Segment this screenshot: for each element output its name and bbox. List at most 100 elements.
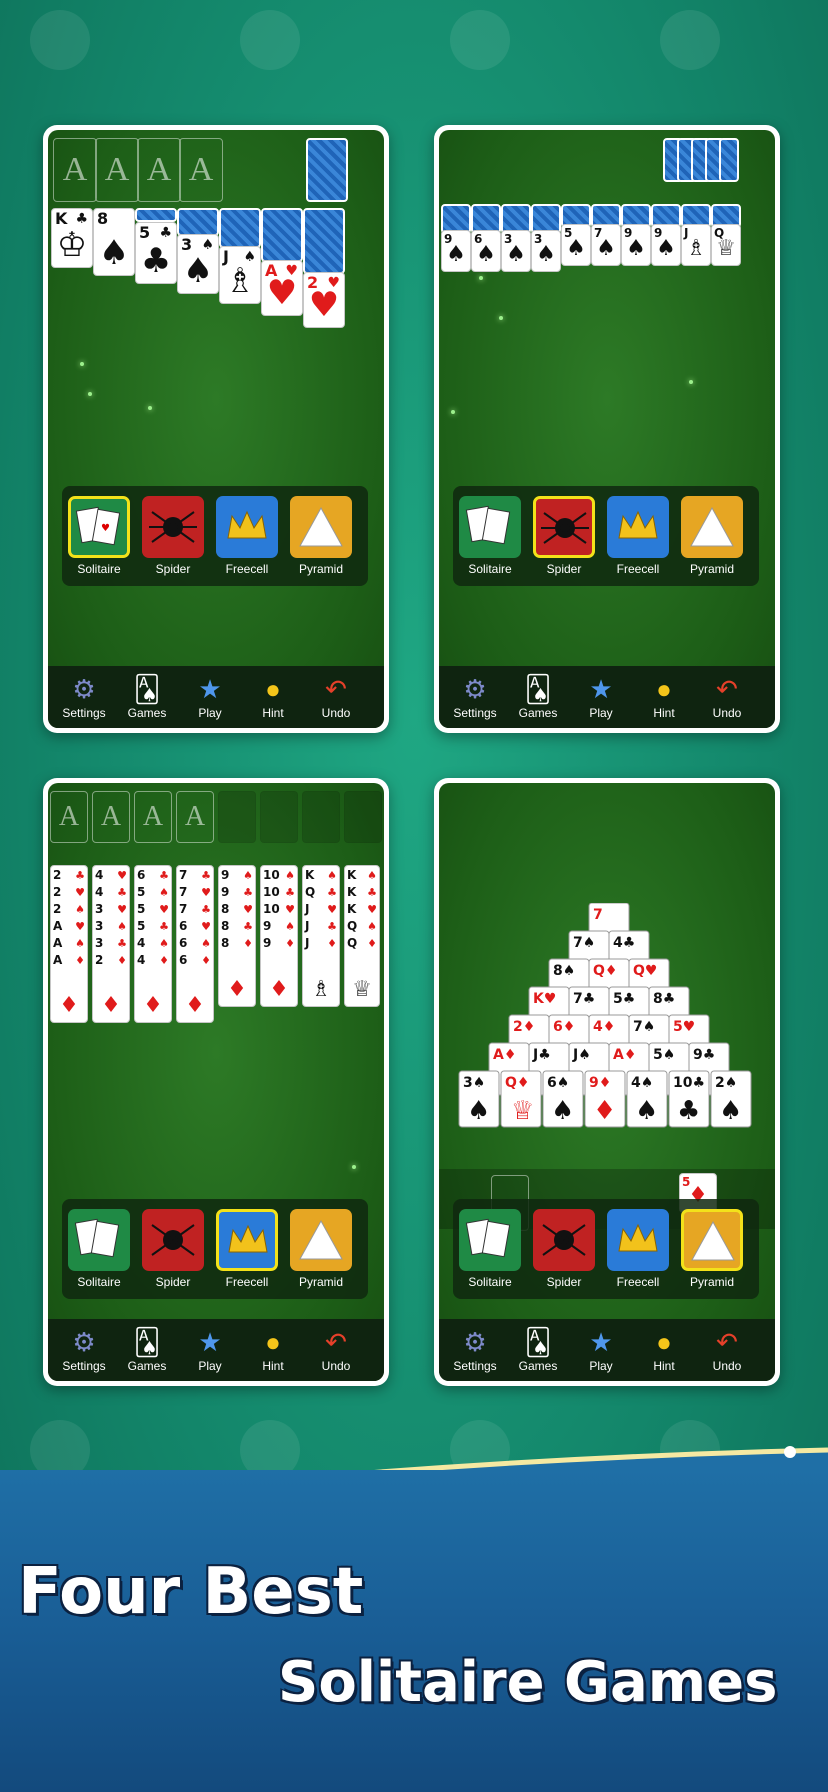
foundation-slot[interactable]: A xyxy=(95,138,139,202)
tableau-card[interactable]: 9 ♠ xyxy=(441,230,471,272)
star-plus-icon: ★ xyxy=(589,1327,613,1357)
pyramid-game-icon[interactable] xyxy=(290,496,352,558)
foundation-slot[interactable]: A xyxy=(50,791,88,843)
tableau-card[interactable]: K ♣ ♔ xyxy=(51,208,93,268)
svg-text:♦: ♦ xyxy=(593,1096,616,1126)
undo-arrow-icon: ↶ xyxy=(325,1327,347,1357)
tableau-column[interactable]: 4 4 3 3 3 2 ♥ ♣ ♥ ♠ ♣ ♦ ♦ xyxy=(92,865,130,1023)
hint-button[interactable]: ● Hint xyxy=(242,1325,304,1373)
games-button[interactable]: 🂡 Games xyxy=(507,1325,569,1373)
solitaire-game-icon[interactable] xyxy=(459,1209,521,1271)
settings-button[interactable]: ⚙ Settings xyxy=(53,1325,115,1373)
hint-button[interactable]: ● Hint xyxy=(242,672,304,720)
solitaire-game-icon[interactable] xyxy=(459,496,521,558)
tableau-card[interactable]: Q ♕ xyxy=(711,224,741,266)
free-cell[interactable] xyxy=(260,791,298,843)
tableau-card[interactable]: A ♥ ♥ xyxy=(261,260,303,316)
tableau-card[interactable]: 6 ♠ xyxy=(471,230,501,272)
pyramid-game-icon[interactable] xyxy=(290,1209,352,1271)
games-button[interactable]: 🂡 Games xyxy=(116,1325,178,1373)
freecell-game-icon[interactable] xyxy=(216,496,278,558)
foundation-slot[interactable]: A xyxy=(134,791,172,843)
game-label: Freecell xyxy=(225,1275,269,1289)
svg-text:A♦: A♦ xyxy=(493,1047,516,1063)
cards-icon: 🂡 xyxy=(133,674,161,704)
foundation-slot[interactable]: A xyxy=(137,138,181,202)
svg-text:2♦: 2♦ xyxy=(513,1019,535,1035)
tableau-card[interactable]: 3 ♠ xyxy=(531,230,561,272)
tableau-column[interactable]: 10 10 10 9 9 ♠ ♣ ♥ ♠ ♦ ♦ xyxy=(260,865,298,1007)
free-cell[interactable] xyxy=(302,791,340,843)
screenshot-solitaire: A A A A K ♣ ♔ 8 ♠ 5 ♣ ♣ 3 ♠ ♠ J ♠ ♗ A ♥ ♥ 2 ♥ ♥ ♥ xyxy=(43,125,389,733)
play-button[interactable]: ★ Play xyxy=(570,672,632,720)
svg-text:♣: ♣ xyxy=(677,1096,700,1126)
svg-text:J♠: J♠ xyxy=(572,1047,591,1063)
svg-text:5♥: 5♥ xyxy=(673,1019,695,1035)
hint-button[interactable]: ● Hint xyxy=(633,672,695,720)
undo-arrow-icon: ↶ xyxy=(716,1327,738,1357)
tableau-card[interactable]: 7 ♠ xyxy=(591,224,621,266)
svg-text:6♦: 6♦ xyxy=(553,1019,575,1035)
solitaire-game-icon[interactable]: ♥ xyxy=(68,496,130,558)
tableau-card[interactable]: 5 ♠ xyxy=(561,224,591,266)
gear-icon: ⚙ xyxy=(72,1327,96,1357)
tableau-card[interactable]: 2 ♥ ♥ xyxy=(303,272,345,328)
stock-pile[interactable] xyxy=(306,138,348,202)
free-cell[interactable] xyxy=(344,791,382,843)
stock-pile[interactable] xyxy=(719,138,739,182)
tableau-column[interactable]: 7 7 7 6 6 6 ♣ ♥ ♣ ♥ ♠ ♦ ♦ xyxy=(176,865,214,1023)
tableau-card[interactable]: J ♗ xyxy=(681,224,711,266)
games-button[interactable]: 🂡 Games xyxy=(116,672,178,720)
tableau-column[interactable]: 6 5 5 5 4 4 ♣ ♠ ♥ ♣ ♠ ♦ ♦ xyxy=(134,865,172,1023)
settings-button[interactable]: ⚙ Settings xyxy=(53,672,115,720)
undo-button[interactable]: ↶ Undo xyxy=(305,672,367,720)
games-button[interactable]: 🂡 Games xyxy=(507,672,569,720)
solitaire-game-icon[interactable] xyxy=(68,1209,130,1271)
foundation-slot[interactable]: A xyxy=(92,791,130,843)
free-cell[interactable] xyxy=(218,791,256,843)
tableau-card[interactable]: 9 ♠ xyxy=(651,224,681,266)
settings-button[interactable]: ⚙ Settings xyxy=(444,1325,506,1373)
settings-button[interactable]: ⚙ Settings xyxy=(444,672,506,720)
svg-text:♠: ♠ xyxy=(551,1096,574,1126)
tableau-card[interactable]: 5 ♣ ♣ xyxy=(135,222,177,284)
undo-button[interactable]: ↶ Undo xyxy=(305,1325,367,1373)
play-button[interactable]: ★ Play xyxy=(179,672,241,720)
spider-game-icon[interactable] xyxy=(142,496,204,558)
game-label: Solitaire xyxy=(468,562,512,576)
spider-game-icon[interactable] xyxy=(142,1209,204,1271)
tableau-column[interactable]: 2 2 2 A A A ♣ ♥ ♠ ♥ ♠ ♦ ♦ xyxy=(50,865,88,1023)
tableau-card[interactable]: 9 ♠ xyxy=(621,224,651,266)
freecell-game-icon[interactable] xyxy=(607,1209,669,1271)
play-button[interactable]: ★ Play xyxy=(570,1325,632,1373)
undo-button[interactable]: ↶ Undo xyxy=(696,1325,758,1373)
svg-text:J♣: J♣ xyxy=(532,1047,551,1063)
spider-game-icon[interactable] xyxy=(533,1209,595,1271)
freecell-game-icon[interactable] xyxy=(607,496,669,558)
tableau-card[interactable]: J ♠ ♗ xyxy=(219,246,261,304)
tableau-card[interactable]: 3 ♠ xyxy=(501,230,531,272)
foundation-slot[interactable]: A xyxy=(53,138,97,202)
undo-button[interactable]: ↶ Undo xyxy=(696,672,758,720)
screenshot-spider: 9♠ 6♠ 3♠ 3♠ 5♠ 7♠ 9♠ 9♠ J♗ Q♕ xyxy=(434,125,780,733)
freecell-game-icon[interactable] xyxy=(216,1209,278,1271)
tableau-card[interactable]: 3 ♠ ♠ xyxy=(177,234,219,294)
foundation-slot[interactable]: A xyxy=(176,791,214,843)
play-button[interactable]: ★ Play xyxy=(179,1325,241,1373)
tableau-column[interactable]: K Q J J J ♠ ♣ ♥ ♣ ♦ ♗ xyxy=(302,865,340,1007)
game-label: Solitaire xyxy=(468,1275,512,1289)
spider-game-icon[interactable] xyxy=(533,496,595,558)
cards-icon: 🂡 xyxy=(524,1327,552,1357)
hint-button[interactable]: ● Hint xyxy=(633,1325,695,1373)
svg-text:♥: ♥ xyxy=(101,523,110,534)
svg-text:7♠: 7♠ xyxy=(573,935,595,951)
svg-text:6♠: 6♠ xyxy=(547,1075,569,1091)
pyramid-cards[interactable]: 7 7♠ 4♣ 8♠ Q♦ Q♥ K♥ 7♣ 5♣ 8♣ 2♦ 6♦ 4♦ 7♠… xyxy=(439,903,775,1163)
foundation-slot[interactable]: A xyxy=(179,138,223,202)
tableau-column[interactable]: K K K Q Q ♠ ♣ ♥ ♠ ♦ ♕ xyxy=(344,865,380,1007)
svg-text:♠: ♠ xyxy=(635,1096,658,1126)
pyramid-game-icon[interactable] xyxy=(681,1209,743,1271)
tableau-card[interactable]: 8 ♠ xyxy=(93,208,135,276)
tableau-column[interactable]: 9 9 8 8 8 ♠ ♣ ♥ ♣ ♦ ♦ xyxy=(218,865,256,1007)
pyramid-game-icon[interactable] xyxy=(681,496,743,558)
